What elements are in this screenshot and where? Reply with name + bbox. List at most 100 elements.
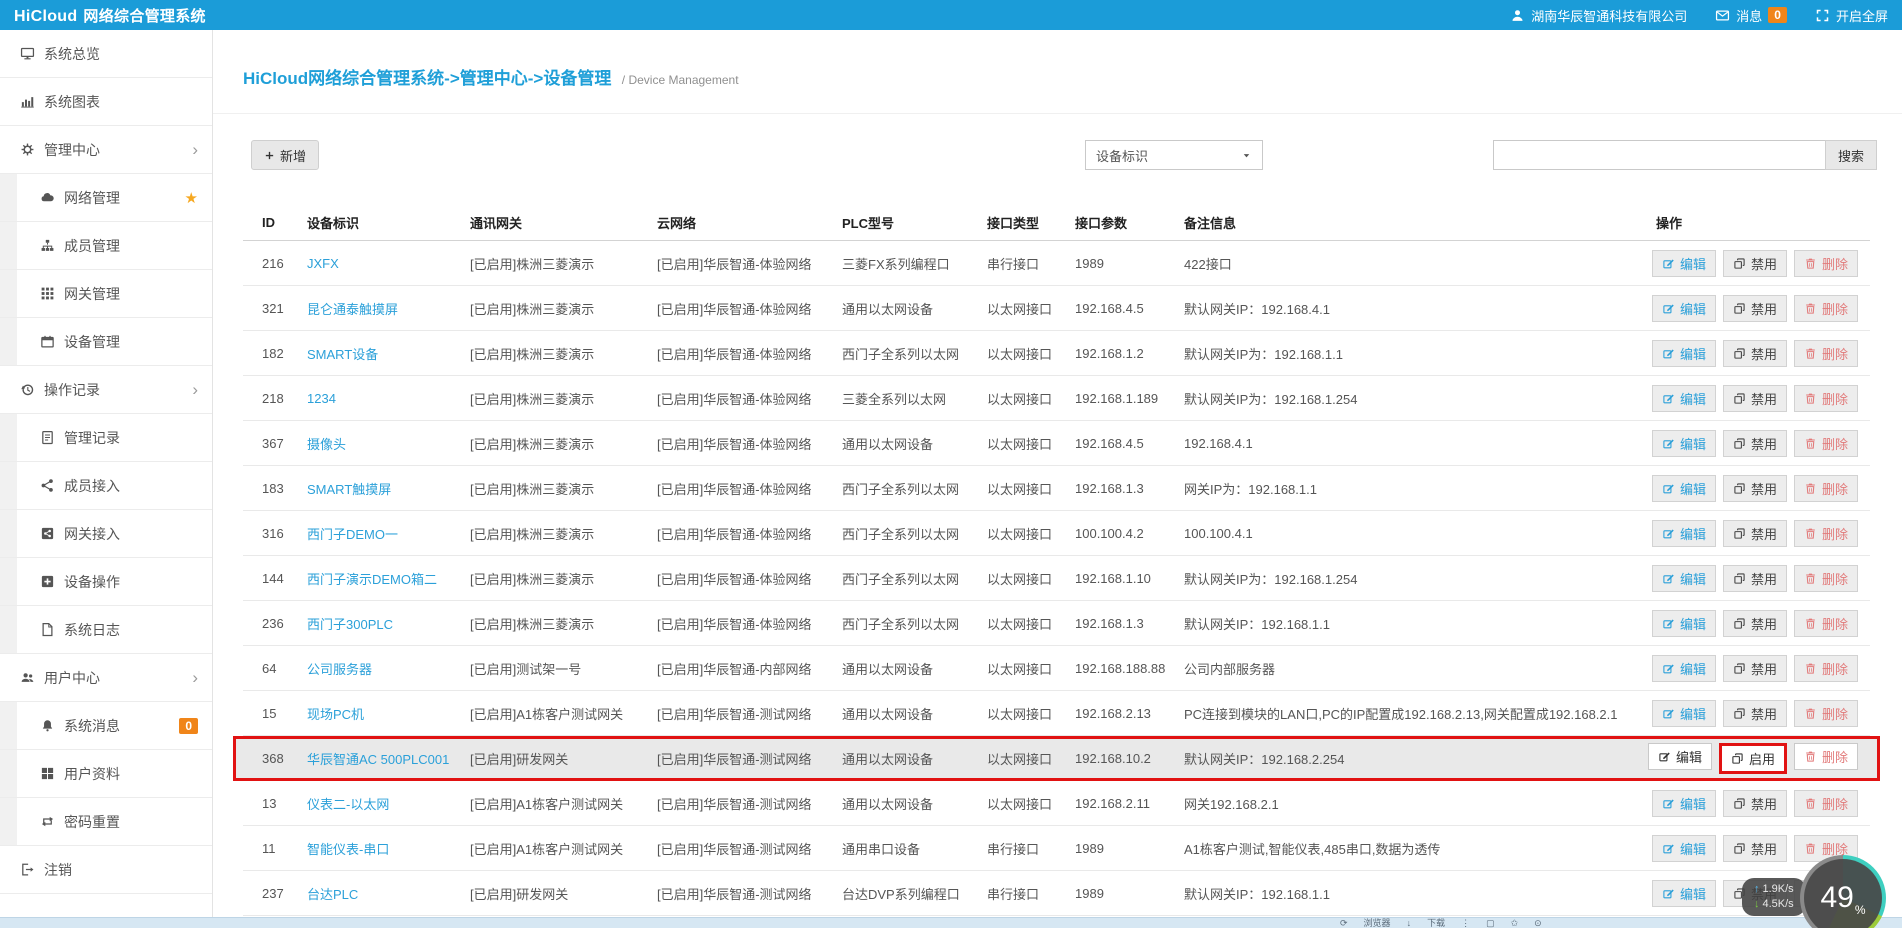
cell-param: 100.100.4.2 (1075, 526, 1184, 541)
resource-percent-widget[interactable]: 49% (1800, 855, 1886, 928)
toggle-enable-button[interactable]: 禁用 (1723, 520, 1787, 547)
toggle-enable-button[interactable]: 禁用 (1723, 700, 1787, 727)
sidebar-item[interactable]: 成员接入 (0, 462, 212, 510)
edit-button[interactable]: 编辑 (1652, 295, 1716, 322)
delete-button[interactable]: 删除 (1794, 430, 1858, 457)
delete-button[interactable]: 删除 (1794, 610, 1858, 637)
device-link[interactable]: 昆仑通泰触摸屏 (307, 302, 398, 317)
add-button[interactable]: 新增 (251, 140, 319, 170)
more-dots-icon[interactable]: ⋮ (1461, 918, 1470, 928)
edit-button[interactable]: 编辑 (1652, 565, 1716, 592)
device-link[interactable]: SMART触摸屏 (307, 482, 391, 497)
edit-button[interactable]: 编辑 (1652, 790, 1716, 817)
toggle-enable-button[interactable]: 禁用 (1723, 565, 1787, 592)
sidebar-item[interactable]: 注销 (0, 846, 212, 894)
device-link[interactable]: JXFX (307, 256, 339, 271)
sidebar-item[interactable]: 系统总览 (0, 30, 212, 78)
delete-button[interactable]: 删除 (1794, 655, 1858, 682)
toggle-enable-button[interactable]: 禁用 (1723, 430, 1787, 457)
toggle-enable-button[interactable]: 禁用 (1723, 385, 1787, 412)
cell-remark: 网关IP为：192.168.1.1 (1184, 479, 1640, 498)
toggle-enable-button[interactable]: 禁用 (1723, 295, 1787, 322)
delete-button[interactable]: 删除 (1794, 743, 1858, 770)
edit-button[interactable]: 编辑 (1652, 385, 1716, 412)
toggle-enable-button[interactable]: 禁用 (1723, 610, 1787, 637)
sidebar-item[interactable]: 用户资料 (0, 750, 212, 798)
sidebar-item-label: 网络管理 (64, 188, 120, 208)
delete-button[interactable]: 删除 (1794, 250, 1858, 277)
sidebar-item[interactable]: 管理中心 › (0, 126, 212, 174)
device-link[interactable]: 西门子演示DEMO箱二 (307, 572, 437, 587)
sidebar-item[interactable]: 网关接入 (0, 510, 212, 558)
device-link[interactable]: 西门子DEMO一 (307, 527, 398, 542)
edit-button[interactable]: 编辑 (1652, 475, 1716, 502)
sidebar-item[interactable]: 系统图表 (0, 78, 212, 126)
edit-button[interactable]: 编辑 (1652, 700, 1716, 727)
fullscreen-button[interactable]: 开启全屏 (1815, 6, 1888, 25)
device-link[interactable]: 华辰智通AC 500PLC001 (307, 752, 449, 767)
top-bar: HiCloud网络综合管理系统 湖南华辰智通科技有限公司 消息 0 开启全屏 (0, 0, 1902, 30)
toggle-enable-button[interactable]: 禁用 (1723, 790, 1787, 817)
sidebar-item[interactable]: 设备管理 (0, 318, 212, 366)
grid9-icon (40, 286, 55, 301)
device-link[interactable]: SMART设备 (307, 347, 378, 362)
row-actions: 编辑 禁用 删除 (1640, 430, 1870, 457)
cell-remark: 默认网关IP：192.168.1.1 (1184, 884, 1640, 903)
company-menu[interactable]: 湖南华辰智通科技有限公司 (1510, 6, 1687, 25)
sidebar-item[interactable]: 网络管理 ★ (0, 174, 212, 222)
toggle-enable-button[interactable]: 禁用 (1723, 340, 1787, 367)
delete-button[interactable]: 删除 (1794, 295, 1858, 322)
edit-button[interactable]: 编辑 (1648, 743, 1712, 770)
cell-param: 1989 (1075, 886, 1184, 901)
sidebar-item[interactable]: 用户中心 › (0, 654, 212, 702)
toggle-enable-button[interactable]: 禁用 (1723, 475, 1787, 502)
edit-button[interactable]: 编辑 (1652, 250, 1716, 277)
network-speed-widget[interactable]: ↑1.9K/s ↓4.5K/s (1742, 878, 1806, 916)
search-button[interactable]: 搜索 (1825, 140, 1877, 170)
device-link[interactable]: 现场PC机 (307, 707, 364, 722)
sidebar-item[interactable]: 管理记录 (0, 414, 212, 462)
delete-button[interactable]: 删除 (1794, 790, 1858, 817)
sidebar-item[interactable]: 系统日志 (0, 606, 212, 654)
delete-button[interactable]: 删除 (1794, 475, 1858, 502)
device-link[interactable]: 1234 (307, 391, 336, 406)
delete-button[interactable]: 删除 (1794, 565, 1858, 592)
edit-button[interactable]: 编辑 (1652, 610, 1716, 637)
download-icon[interactable]: ↓ (1407, 918, 1412, 928)
toggle-enable-button[interactable]: 启用 (1719, 743, 1787, 774)
settings-icon[interactable]: ⊙ (1534, 918, 1542, 928)
device-link[interactable]: 台达PLC (307, 887, 358, 902)
device-link[interactable]: 仪表二-以太网 (307, 797, 389, 812)
device-link[interactable]: 西门子300PLC (307, 617, 393, 632)
delete-button[interactable]: 删除 (1794, 700, 1858, 727)
search-input[interactable] (1493, 140, 1825, 170)
star-icon[interactable]: ✩ (1511, 918, 1519, 928)
sidebar-item[interactable]: 操作记录 › (0, 366, 212, 414)
sidebar-item[interactable]: 密码重置 (0, 798, 212, 846)
sidebar-item[interactable]: 网关管理 (0, 270, 212, 318)
toggle-enable-button[interactable]: 禁用 (1723, 835, 1787, 862)
edit-button[interactable]: 编辑 (1652, 880, 1716, 907)
browser-item-label[interactable]: 浏览器 (1364, 918, 1391, 928)
device-link[interactable]: 公司服务器 (307, 662, 372, 677)
download-item-label[interactable]: 下载 (1427, 918, 1445, 928)
toggle-enable-button[interactable]: 禁用 (1723, 250, 1787, 277)
refresh-icon[interactable]: ⟳ (1340, 918, 1348, 928)
edit-button[interactable]: 编辑 (1652, 520, 1716, 547)
device-filter-select[interactable]: 设备标识 (1085, 140, 1263, 170)
sidebar-item[interactable]: 设备操作 (0, 558, 212, 606)
sidebar-item[interactable]: 系统消息 0 (0, 702, 212, 750)
device-link[interactable]: 摄像头 (307, 437, 346, 452)
toggle-enable-button[interactable]: 禁用 (1723, 655, 1787, 682)
delete-button[interactable]: 删除 (1794, 385, 1858, 412)
window-icon[interactable]: ▢ (1486, 918, 1495, 928)
delete-button[interactable]: 删除 (1794, 340, 1858, 367)
delete-button[interactable]: 删除 (1794, 520, 1858, 547)
device-link[interactable]: 智能仪表-串口 (307, 842, 389, 857)
edit-button[interactable]: 编辑 (1652, 340, 1716, 367)
edit-button[interactable]: 编辑 (1652, 835, 1716, 862)
messages-menu[interactable]: 消息 0 (1715, 6, 1787, 25)
sidebar-item[interactable]: 成员管理 (0, 222, 212, 270)
edit-button[interactable]: 编辑 (1652, 430, 1716, 457)
edit-button[interactable]: 编辑 (1652, 655, 1716, 682)
